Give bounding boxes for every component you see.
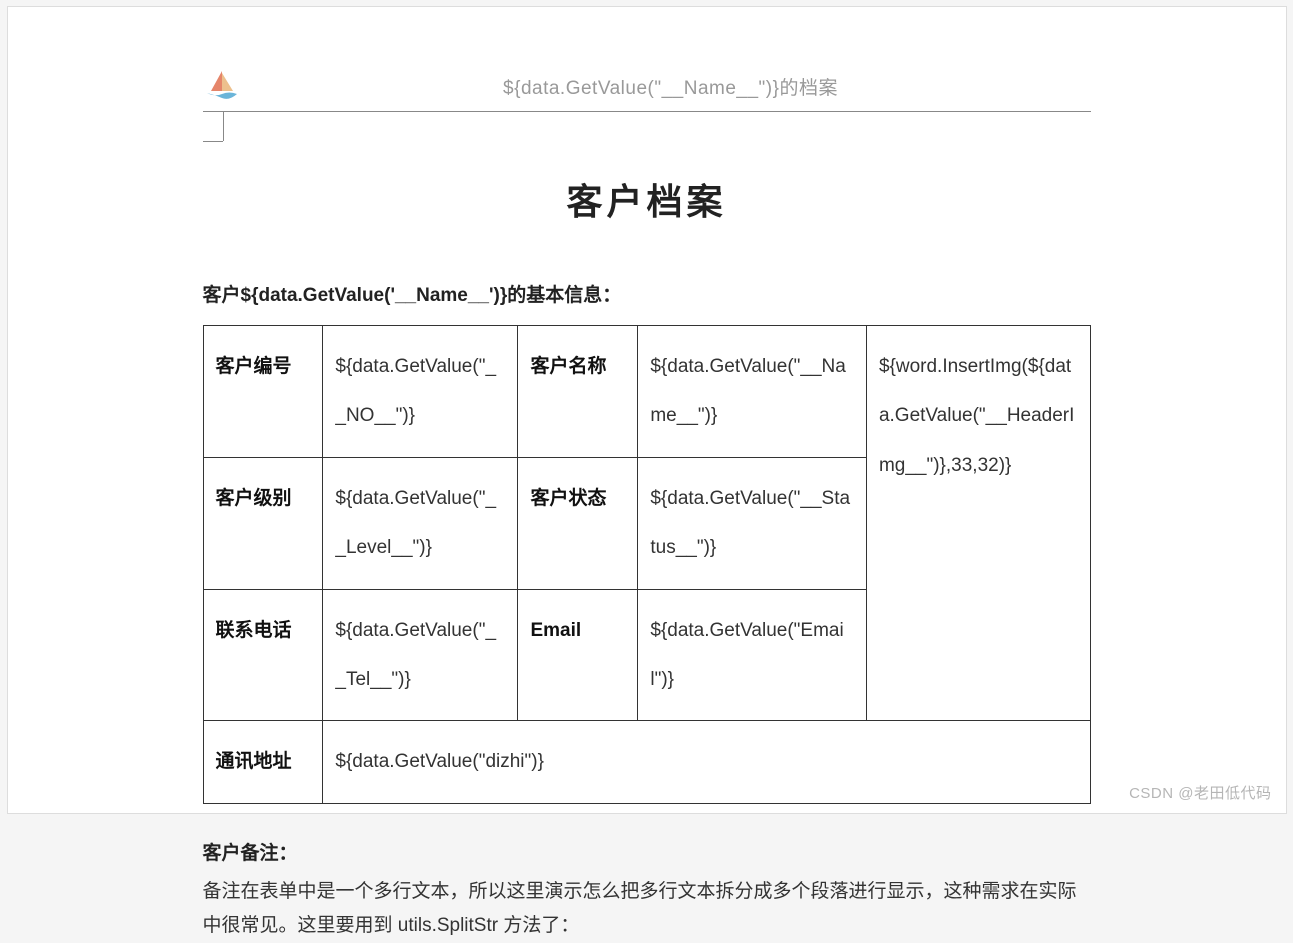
cell-value-customer-level: ${data.GetValue("__Level__")} bbox=[323, 457, 518, 589]
page-header: ${data.GetValue("__Name__")}的档案 bbox=[203, 67, 1091, 105]
cell-value-customer-status: ${data.GetValue("__Status__")} bbox=[638, 457, 867, 589]
cell-value-address: ${data.GetValue("dizhi")} bbox=[323, 721, 1090, 803]
document-page: ${data.GetValue("__Name__")}的档案 客户档案 客户$… bbox=[7, 6, 1287, 814]
table-row: 通讯地址 ${data.GetValue("dizhi")} bbox=[203, 721, 1090, 803]
basic-info-heading: 客户${data.GetValue('__Name__')}的基本信息： bbox=[203, 280, 1091, 307]
cell-value-customer-no: ${data.GetValue("__NO__")} bbox=[323, 326, 518, 458]
notes-body: 备注在表单中是一个多行文本，所以这里演示怎么把多行文本拆分成多个段落进行显示，这… bbox=[203, 875, 1091, 943]
cell-label-customer-name: 客户名称 bbox=[518, 326, 638, 458]
cell-label-customer-level: 客户级别 bbox=[203, 457, 323, 589]
watermark: CSDN @老田低代码 bbox=[1129, 782, 1271, 803]
cell-value-tel: ${data.GetValue("__Tel__")} bbox=[323, 589, 518, 721]
sailboat-logo-icon bbox=[203, 67, 241, 105]
header-title: ${data.GetValue("__Name__")}的档案 bbox=[251, 73, 1091, 100]
notes-heading: 客户备注： bbox=[203, 838, 1091, 865]
cell-label-customer-status: 客户状态 bbox=[518, 457, 638, 589]
document-title: 客户档案 bbox=[203, 173, 1091, 225]
header-divider bbox=[203, 111, 1091, 151]
cell-label-customer-no: 客户编号 bbox=[203, 326, 323, 458]
cell-value-email: ${data.GetValue("Email")} bbox=[638, 589, 867, 721]
table-row: 客户编号 ${data.GetValue("__NO__")} 客户名称 ${d… bbox=[203, 326, 1090, 458]
cell-label-tel: 联系电话 bbox=[203, 589, 323, 721]
cell-label-email: Email bbox=[518, 589, 638, 721]
customer-info-table: 客户编号 ${data.GetValue("__NO__")} 客户名称 ${d… bbox=[203, 325, 1091, 804]
cell-value-customer-name: ${data.GetValue("__Name__")} bbox=[638, 326, 867, 458]
cell-header-image: ${word.InsertImg(${data.GetValue("__Head… bbox=[866, 326, 1090, 721]
cell-label-address: 通讯地址 bbox=[203, 721, 323, 803]
